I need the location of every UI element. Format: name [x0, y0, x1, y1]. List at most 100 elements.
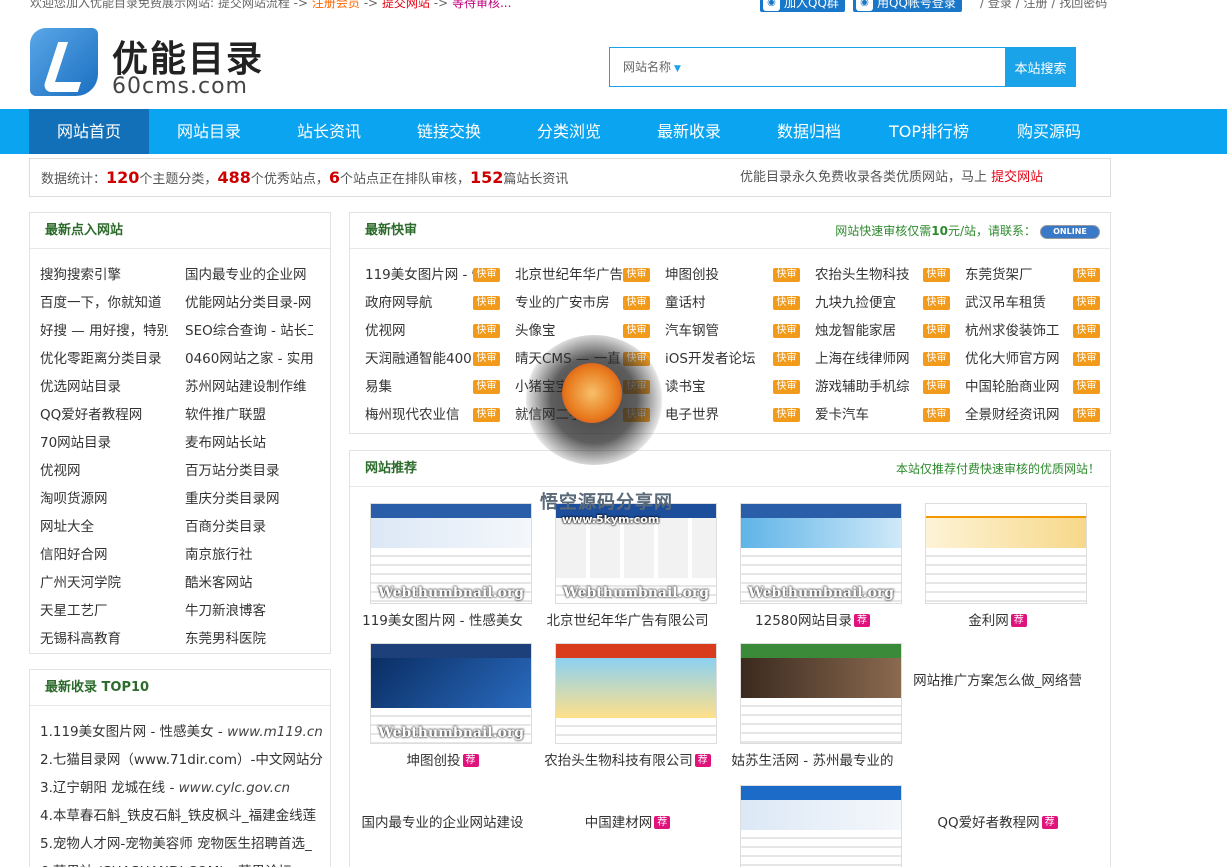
site-link[interactable]: 无锡科高教育 — [40, 625, 168, 653]
quick-site[interactable]: iOS开发者论坛 快审 — [665, 345, 815, 373]
site-link[interactable]: 南京旅行社 — [185, 541, 313, 569]
nav-link-exchange[interactable]: 链接交换 — [389, 109, 509, 154]
tile-caption[interactable]: 姑苏生活网 - 苏州最专业的 — [720, 751, 905, 771]
site-link[interactable]: 软件推广联盟 — [185, 401, 313, 429]
nav-buy-source[interactable]: 购买源码 — [989, 109, 1109, 154]
quick-site-name[interactable]: 爱卡汽车 — [815, 401, 923, 429]
quick-site-name[interactable]: 武汉吊车租赁 — [965, 289, 1073, 317]
tile-caption[interactable]: 网站推广方案怎么做_网络营 — [905, 671, 1090, 691]
site-link[interactable]: 优选网站目录 — [40, 373, 168, 401]
quick-site[interactable]: 九块九捡便宜 快审 — [815, 289, 965, 317]
quick-site-name[interactable]: 游戏辅助手机综 — [815, 373, 923, 401]
site-thumbnail[interactable]: Webthumbnail.org — [370, 503, 532, 604]
quick-site[interactable]: 专业的广安市房 快审 — [515, 289, 665, 317]
register-link[interactable]: 注册会员 — [312, 0, 360, 10]
online-contact-icon[interactable]: ONLINE — [1040, 224, 1100, 239]
tile-caption[interactable]: 农抬头生物科技有限公司荐 — [535, 751, 720, 771]
quick-site-name[interactable]: 读书宝 — [665, 373, 773, 401]
quick-site[interactable]: 烛龙智能家居 快审 — [815, 317, 965, 345]
site-logo[interactable]: 优能目录 60cms.com — [30, 28, 280, 99]
quick-site-name[interactable]: 烛龙智能家居 — [815, 317, 923, 345]
quick-site[interactable]: 梅州现代农业信 快审 — [365, 401, 515, 429]
site-thumbnail[interactable] — [740, 785, 902, 867]
site-link[interactable]: 百万站分类目录 — [185, 457, 313, 485]
quick-site-name[interactable]: 全景财经资讯网 — [965, 401, 1073, 429]
site-link[interactable]: 广州天河学院 — [40, 569, 168, 597]
top10-item[interactable]: 2.七猫目录网（www.71dir.com）-中文网站分 — [40, 746, 326, 774]
quick-site[interactable]: 读书宝 快审 — [665, 373, 815, 401]
nav-home[interactable]: 网站首页 — [29, 109, 149, 154]
quick-site-name[interactable]: 专业的广安市房 — [515, 289, 623, 317]
quick-site[interactable]: 农抬头生物科技 快审 — [815, 261, 965, 289]
quick-site[interactable]: 优视网 快审 — [365, 317, 515, 345]
quick-site-name[interactable]: 农抬头生物科技 — [815, 261, 923, 289]
quick-site-name[interactable]: 上海在线律师网 — [815, 345, 923, 373]
site-thumbnail[interactable] — [740, 643, 902, 744]
quick-site-name[interactable]: 童话村 — [665, 289, 773, 317]
search-type-select[interactable]: 网站名称 ▼ — [610, 48, 692, 86]
quick-site-name[interactable]: 坤图创投 — [665, 261, 773, 289]
site-link[interactable]: SEO综合查询 - 站长工 — [185, 317, 313, 345]
quick-site[interactable]: 武汉吊车租赁 快审 — [965, 289, 1115, 317]
quick-site[interactable]: 上海在线律师网 快审 — [815, 345, 965, 373]
site-thumbnail[interactable]: Webthumbnail.org — [370, 643, 532, 744]
tile-caption[interactable]: 金利网荐 — [905, 611, 1090, 631]
quick-site-name[interactable]: 易集 — [365, 373, 473, 401]
site-thumbnail[interactable] — [925, 503, 1087, 604]
site-link[interactable]: 牛刀新浪博客 — [185, 597, 313, 625]
quick-site[interactable]: 全景财经资讯网 快审 — [965, 401, 1115, 429]
tile-caption[interactable]: QQ爱好者教程网荐 — [905, 813, 1090, 833]
site-link[interactable]: 天星工艺厂 — [40, 597, 168, 625]
join-qq-group-button[interactable]: ◉ 加入QQ群 — [760, 0, 845, 12]
quick-site-name[interactable]: 梅州现代农业信 — [365, 401, 473, 429]
search-button[interactable]: 本站搜索 — [1005, 47, 1076, 87]
nav-news[interactable]: 站长资讯 — [269, 109, 389, 154]
quick-site[interactable]: 政府网导航 快审 — [365, 289, 515, 317]
quick-site[interactable]: 北京世纪年华广告 快审 — [515, 261, 665, 289]
nav-latest[interactable]: 最新收录 — [629, 109, 749, 154]
search-input[interactable] — [692, 48, 1005, 86]
quick-site[interactable]: 爱卡汽车 快审 — [815, 401, 965, 429]
site-thumbnail[interactable]: Webthumbnail.org — [740, 503, 902, 604]
site-link[interactable]: 苏州网站建设制作维 — [185, 373, 313, 401]
quick-site-name[interactable]: 优视网 — [365, 317, 473, 345]
nav-categories[interactable]: 分类浏览 — [509, 109, 629, 154]
quick-site[interactable]: 易集 快审 — [365, 373, 515, 401]
site-link[interactable]: 淘呗货源网 — [40, 485, 168, 513]
nav-directory[interactable]: 网站目录 — [149, 109, 269, 154]
account-links[interactable]: / 登录 / 注册 / 找回密码 — [980, 0, 1107, 11]
nav-top[interactable]: TOP排行榜 — [869, 109, 989, 154]
quick-site-name[interactable]: 119美女图片网 - 性 — [365, 261, 473, 289]
site-thumbnail[interactable] — [555, 643, 717, 744]
site-link[interactable]: 70网站目录 — [40, 429, 168, 457]
quick-site-name[interactable]: 杭州求俊装饰工 — [965, 317, 1073, 345]
site-link[interactable]: 优化零距离分类目录 — [40, 345, 168, 373]
site-link[interactable]: 酷米客网站 — [185, 569, 313, 597]
quick-site-name[interactable]: iOS开发者论坛 — [665, 345, 773, 373]
quick-site-name[interactable]: 东莞货架厂 — [965, 261, 1073, 289]
top10-item[interactable]: 5.宠物人才网-宠物美容师 宠物医生招聘首选_ — [40, 830, 326, 858]
nav-archive[interactable]: 数据归档 — [749, 109, 869, 154]
quick-site[interactable]: 优化大师官方网 快审 — [965, 345, 1115, 373]
quick-site-name[interactable]: 中国轮胎商业网 — [965, 373, 1073, 401]
quick-site-name[interactable]: 政府网导航 — [365, 289, 473, 317]
top10-item[interactable]: 1.119美女图片网 - 性感美女 - www.m119.cn — [40, 718, 326, 746]
site-link[interactable]: 国内最专业的企业网 — [185, 261, 313, 289]
quick-site-name[interactable]: 九块九捡便宜 — [815, 289, 923, 317]
tile-caption[interactable]: 国内最专业的企业网站建设 — [350, 813, 535, 833]
site-link[interactable]: 信阳好合网 — [40, 541, 168, 569]
quick-site-name[interactable]: 北京世纪年华广告 — [515, 261, 623, 289]
quick-site[interactable]: 119美女图片网 - 性快审 — [365, 261, 515, 289]
quick-site[interactable]: 杭州求俊装饰工 快审 — [965, 317, 1115, 345]
top10-item[interactable]: 6.苹果社 (SHASHANDI.COM) - 苹果论坛 — [40, 858, 326, 867]
site-link[interactable]: 0460网站之家 - 实用 — [185, 345, 313, 373]
quick-site[interactable]: 天润融通智能400 快审 — [365, 345, 515, 373]
submit-site-link[interactable]: 提交网站 — [382, 0, 430, 10]
site-link[interactable]: 东莞男科医院 — [185, 625, 313, 653]
site-link[interactable]: 优能网站分类目录-网 — [185, 289, 313, 317]
quick-site-name[interactable]: 电子世界 — [665, 401, 773, 429]
site-link[interactable]: 麦布网站长站 — [185, 429, 313, 457]
quick-site[interactable]: 坤图创投 快审 — [665, 261, 815, 289]
site-link[interactable]: 搜狗搜索引擎 — [40, 261, 168, 289]
site-link[interactable]: 优视网 — [40, 457, 168, 485]
